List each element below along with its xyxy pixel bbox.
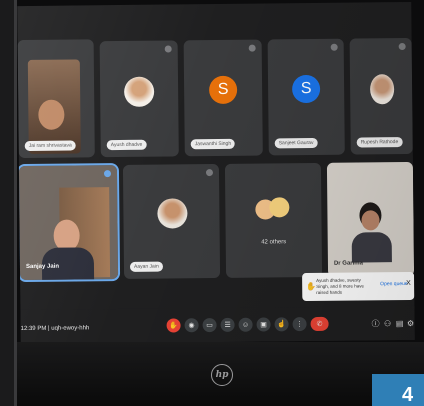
others-count: 42 others xyxy=(261,239,287,246)
avatar xyxy=(269,197,290,218)
mic-off-icon xyxy=(330,43,338,51)
photo: Jai ram shrivastava Ayush dhadve S Jaswa… xyxy=(0,0,424,406)
person-face xyxy=(361,210,380,231)
participant-name: Sanjay Jain xyxy=(25,263,60,270)
activities-icon[interactable]: ⚙ xyxy=(406,318,415,328)
hand-raise-icon[interactable]: ✋ xyxy=(166,318,181,333)
raised-hands-notification: ✋ Ayush dhadve, swesty Singh, and 8 more… xyxy=(302,271,415,302)
mic-off-icon xyxy=(248,44,256,52)
participant-name: Aayan Jain xyxy=(129,261,163,272)
participant-tile[interactable]: Aayan Jain xyxy=(122,163,221,279)
raise-hand-icon[interactable]: ☝ xyxy=(274,317,289,332)
open-queue-button[interactable]: Open queue xyxy=(380,281,408,287)
chat-icon[interactable]: ▤ xyxy=(395,318,405,328)
notification-text: Ayush dhadve, swesty Singh, and 8 more h… xyxy=(316,277,365,295)
participant-name: Dr Garima xyxy=(333,260,364,267)
mic-off-icon xyxy=(398,43,406,51)
participant-tile[interactable]: Jai ram shrivastava xyxy=(17,39,95,159)
corner-number: 4 xyxy=(402,384,414,406)
participant-tile[interactable]: Sanjay Jain xyxy=(17,163,121,283)
participant-tile[interactable]: S Jaswanthi Singh xyxy=(183,39,263,157)
end-call-icon[interactable]: ✆ xyxy=(310,316,329,332)
participant-tile[interactable]: S Sanjeet Gaurav xyxy=(267,38,345,156)
camera-icon[interactable]: ▭ xyxy=(202,318,217,333)
avatar xyxy=(123,76,155,107)
left-edge xyxy=(0,0,17,406)
avatar: S xyxy=(208,75,238,105)
participant-name: Sanjeet Gaurav xyxy=(274,137,318,149)
meeting-code: uqh-ewoy-hhh xyxy=(51,325,90,332)
avatar: S xyxy=(291,74,321,104)
avatar xyxy=(369,74,395,105)
participant-name: Rupesh Rathode xyxy=(356,137,403,148)
participant-tile[interactable]: Ayush dhadve xyxy=(99,40,179,158)
hand-icon: ✋ xyxy=(306,281,317,292)
close-icon[interactable]: X xyxy=(406,280,411,287)
info-icon[interactable]: ⓘ xyxy=(371,318,381,328)
person-face xyxy=(38,99,65,130)
participant-tile[interactable]: Rupesh Rathode xyxy=(349,37,413,155)
participant-name: Ayush dhadve xyxy=(106,139,147,151)
captions-icon[interactable]: ☰ xyxy=(220,317,235,332)
mic-off-icon xyxy=(205,169,214,177)
participant-name: Jai ram shrivastava xyxy=(24,140,76,152)
person-body xyxy=(351,232,392,263)
meet-screen: Jai ram shrivastava Ayush dhadve S Jaswa… xyxy=(17,1,415,345)
meeting-time: 12:39 PM | uqh-ewoy-hhh xyxy=(20,325,90,333)
participant-name: Jaswanthi Singh xyxy=(190,138,236,150)
mic-icon[interactable]: ◉ xyxy=(184,318,199,333)
speaking-icon xyxy=(103,170,112,178)
mic-off-icon xyxy=(164,45,172,53)
control-bar: 12:39 PM | uqh-ewoy-hhh ✋ ◉ ▭ ☰ ☺ ▣ ☝ ⋮ … xyxy=(20,305,415,345)
box-corner: 4 xyxy=(372,374,424,406)
participant-tile[interactable]: 42 others xyxy=(224,162,323,278)
participant-tile[interactable]: Dr Garima xyxy=(326,161,415,277)
present-icon[interactable]: ▣ xyxy=(256,317,271,332)
avatar xyxy=(157,198,188,229)
people-icon[interactable]: ⚇ xyxy=(383,318,393,328)
hp-logo: hp xyxy=(211,364,233,386)
more-icon[interactable]: ⋮ xyxy=(292,317,307,332)
emoji-icon[interactable]: ☺ xyxy=(238,317,253,332)
